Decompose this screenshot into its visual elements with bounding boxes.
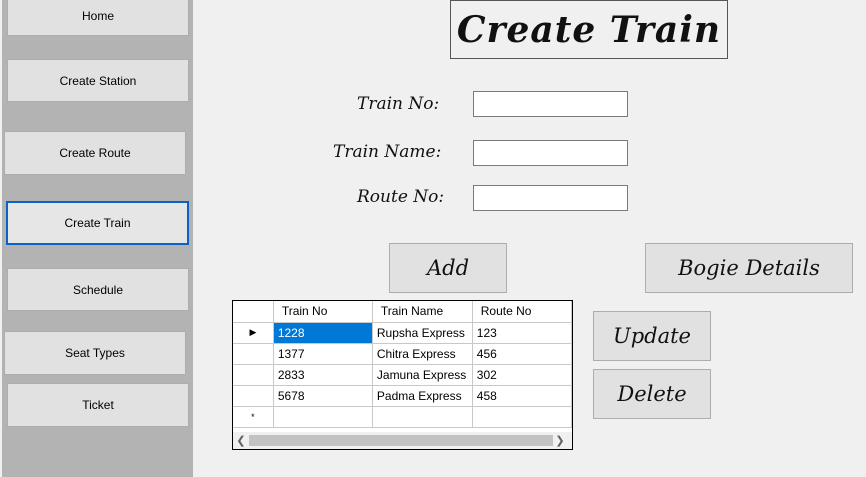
train-name-label: Train Name: — [333, 142, 442, 162]
new-row[interactable]: * — [233, 406, 572, 428]
cell-train-no[interactable]: 5678 — [273, 385, 373, 407]
delete-button[interactable]: Delete — [593, 369, 711, 419]
seat-types-button[interactable]: Seat Types — [4, 331, 186, 375]
current-row-indicator-icon[interactable]: ▶ — [233, 322, 274, 344]
row-header[interactable] — [233, 343, 274, 365]
column-header-route-no[interactable]: Route No — [472, 301, 572, 323]
route-no-label: Route No: — [357, 187, 445, 207]
create-train-button[interactable]: Create Train — [6, 201, 189, 245]
train-name-input[interactable] — [473, 140, 628, 166]
scrollbar-thumb[interactable] — [249, 435, 553, 446]
horizontal-scrollbar[interactable]: ❮ ❯ — [233, 432, 572, 449]
cell-train-no[interactable]: 2833 — [273, 364, 373, 386]
bogie-details-button[interactable]: Bogie Details — [645, 243, 853, 293]
create-route-button[interactable]: Create Route — [4, 131, 186, 175]
table-row[interactable]: ▶ 1228 Rupsha Express 123 — [233, 322, 572, 344]
cell-route-no[interactable]: 456 — [472, 343, 572, 365]
grid-header-row: Train No Train Name Route No — [233, 301, 572, 323]
cell-train-name[interactable]: Jamuna Express — [372, 364, 473, 386]
cell-train-no[interactable]: 1377 — [273, 343, 373, 365]
row-header-corner — [233, 301, 274, 323]
table-row[interactable]: 1377 Chitra Express 456 — [233, 343, 572, 365]
train-no-label: Train No: — [357, 94, 440, 114]
column-header-train-name[interactable]: Train Name — [372, 301, 473, 323]
table-row[interactable]: 2833 Jamuna Express 302 — [233, 364, 572, 386]
route-no-input[interactable] — [473, 185, 628, 211]
new-row-icon[interactable]: * — [233, 406, 274, 428]
scroll-left-icon[interactable]: ❮ — [233, 432, 249, 449]
cell-train-name[interactable] — [372, 406, 473, 428]
home-button[interactable]: Home — [7, 0, 189, 36]
update-button[interactable]: Update — [593, 311, 711, 361]
train-data-grid[interactable]: Train No Train Name Route No ▶ 1228 Rups… — [232, 300, 573, 450]
add-button[interactable]: Add — [389, 243, 507, 293]
scroll-right-icon[interactable]: ❯ — [552, 432, 568, 449]
train-no-input[interactable] — [473, 91, 628, 117]
create-station-button[interactable]: Create Station — [7, 59, 189, 102]
cell-train-no[interactable] — [273, 406, 373, 428]
cell-train-no[interactable]: 1228 — [273, 322, 373, 344]
cell-train-name[interactable]: Rupsha Express — [372, 322, 473, 344]
ticket-button[interactable]: Ticket — [7, 383, 189, 427]
cell-train-name[interactable]: Padma Express — [372, 385, 473, 407]
column-header-train-no[interactable]: Train No — [273, 301, 373, 323]
row-header[interactable] — [233, 364, 274, 386]
table-row[interactable]: 5678 Padma Express 458 — [233, 385, 572, 407]
row-header[interactable] — [233, 385, 274, 407]
cell-route-no[interactable]: 123 — [472, 322, 572, 344]
sidebar: Home Create Station Create Route Create … — [2, 0, 193, 477]
cell-route-no[interactable]: 458 — [472, 385, 572, 407]
cell-route-no[interactable] — [472, 406, 572, 428]
cell-route-no[interactable]: 302 — [472, 364, 572, 386]
cell-train-name[interactable]: Chitra Express — [372, 343, 473, 365]
schedule-button[interactable]: Schedule — [7, 268, 189, 311]
page-title: Create Train — [450, 0, 728, 59]
